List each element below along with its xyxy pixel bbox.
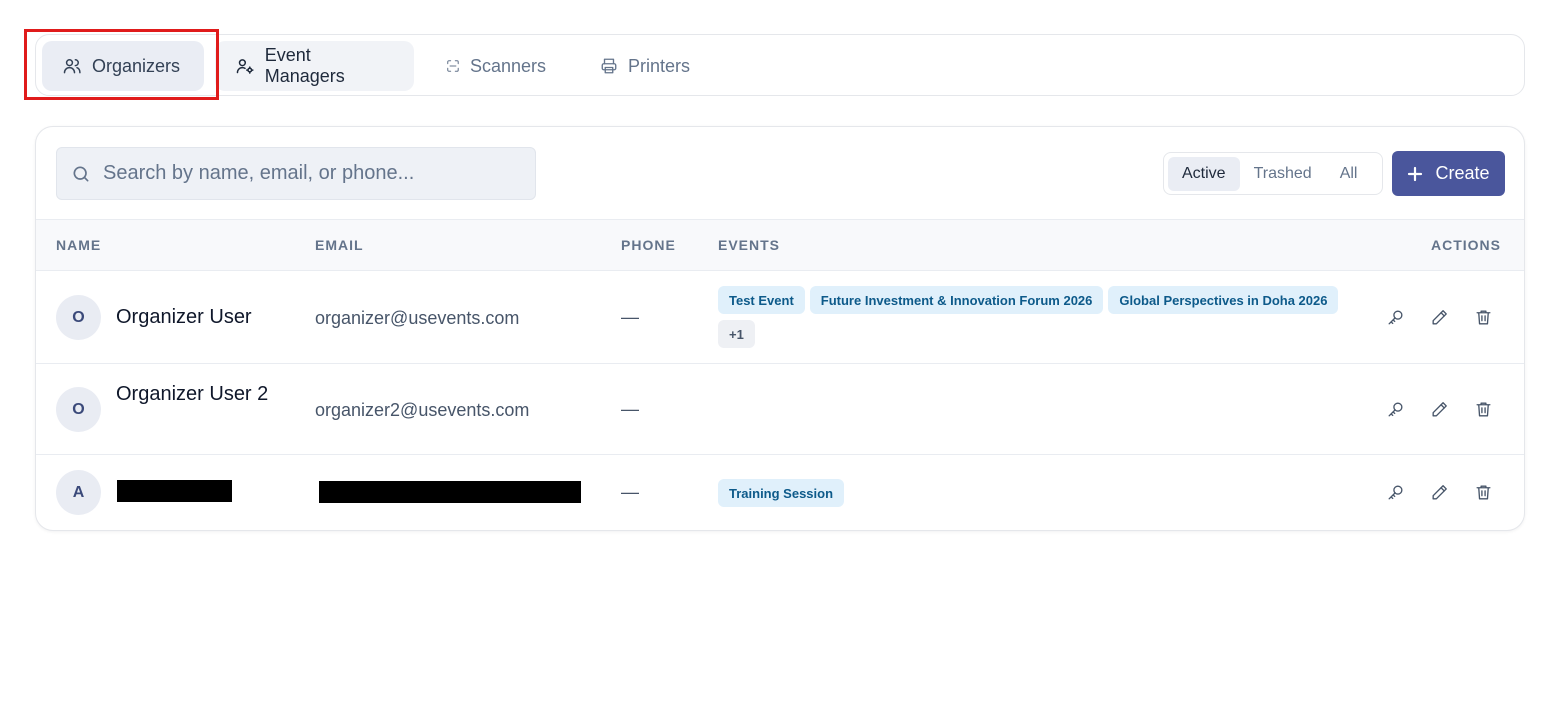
organizer-phone: —	[621, 482, 639, 502]
row-actions	[1386, 483, 1493, 502]
header-email: EMAIL	[315, 237, 364, 253]
more-events-badge[interactable]: +1	[718, 320, 755, 348]
table-row: O Organizer User organizer@usevents.com …	[36, 271, 1524, 364]
search-input[interactable]	[103, 162, 523, 185]
key-icon[interactable]	[1386, 308, 1405, 327]
tab-organizers[interactable]: Organizers	[42, 41, 204, 91]
redaction-bar	[319, 481, 581, 503]
role-tabs-bar: Organizers Event Managers Scanners Print…	[35, 34, 1525, 96]
avatar: O	[56, 387, 101, 432]
header-events: EVENTS	[718, 237, 781, 253]
organizer-name: Organizer User 2	[116, 383, 269, 405]
tab-printers-label: Printers	[627, 55, 690, 76]
header-actions: ACTIONS	[1431, 237, 1501, 253]
avatar: A	[56, 470, 101, 515]
header-phone: PHONE	[621, 237, 676, 253]
trash-icon[interactable]	[1474, 400, 1493, 419]
key-icon[interactable]	[1386, 483, 1405, 502]
avatar: O	[56, 295, 101, 340]
create-button[interactable]: Create	[1392, 151, 1505, 196]
edit-icon[interactable]	[1430, 400, 1449, 419]
organizer-phone: —	[621, 399, 639, 419]
tab-scanners-label: Scanners	[469, 55, 546, 76]
organizer-phone: —	[621, 307, 639, 327]
user-gear-icon	[236, 59, 254, 74]
filter-active[interactable]: Active	[1168, 156, 1240, 191]
table-row: A — Training Session	[36, 455, 1524, 530]
event-badge: Training Session	[718, 479, 845, 507]
printer-icon	[601, 58, 617, 74]
plus-icon	[1408, 166, 1423, 181]
event-badge: Test Event	[718, 286, 805, 314]
tab-organizers-label: Organizers	[92, 55, 181, 76]
status-filter: Active Trashed All	[1163, 152, 1383, 195]
edit-icon[interactable]	[1430, 308, 1449, 327]
table-header: NAME EMAIL PHONE EVENTS ACTIONS	[36, 219, 1524, 271]
tab-event-managers[interactable]: Event Managers	[215, 41, 414, 91]
create-button-label: Create	[1435, 163, 1490, 183]
tab-printers[interactable]: Printers	[580, 41, 710, 91]
organizer-name: Organizer User	[116, 306, 252, 328]
organizer-email: organizer2@usevents.com	[315, 400, 530, 420]
redaction-bar	[117, 480, 232, 502]
search-box[interactable]	[56, 147, 536, 200]
scan-icon	[447, 60, 459, 72]
header-name: NAME	[56, 237, 102, 253]
table-row: O Organizer User 2 organizer2@usevents.c…	[36, 364, 1524, 455]
event-badge: Future Investment & Innovation Forum 202…	[809, 286, 1104, 314]
event-badge: Global Perspectives in Doha 2026	[1108, 286, 1339, 314]
search-icon	[73, 166, 89, 181]
organizer-email: organizer@usevents.com	[315, 308, 520, 328]
edit-icon[interactable]	[1430, 483, 1449, 502]
users-icon	[63, 59, 81, 74]
row-actions	[1386, 308, 1493, 327]
tab-event-managers-label: Event Managers	[264, 45, 345, 86]
trash-icon[interactable]	[1474, 483, 1493, 502]
tab-scanners[interactable]: Scanners	[426, 41, 566, 91]
filter-all[interactable]: All	[1326, 157, 1372, 191]
trash-icon[interactable]	[1474, 308, 1493, 327]
organizers-card: Active Trashed All Create NAME EMAIL PHO…	[35, 126, 1525, 531]
event-badges: Training Session	[718, 479, 1358, 507]
event-badges: Test Event Future Investment & Innovatio…	[718, 286, 1358, 348]
key-icon[interactable]	[1386, 400, 1405, 419]
filter-trashed[interactable]: Trashed	[1240, 157, 1326, 191]
row-actions	[1386, 400, 1493, 419]
